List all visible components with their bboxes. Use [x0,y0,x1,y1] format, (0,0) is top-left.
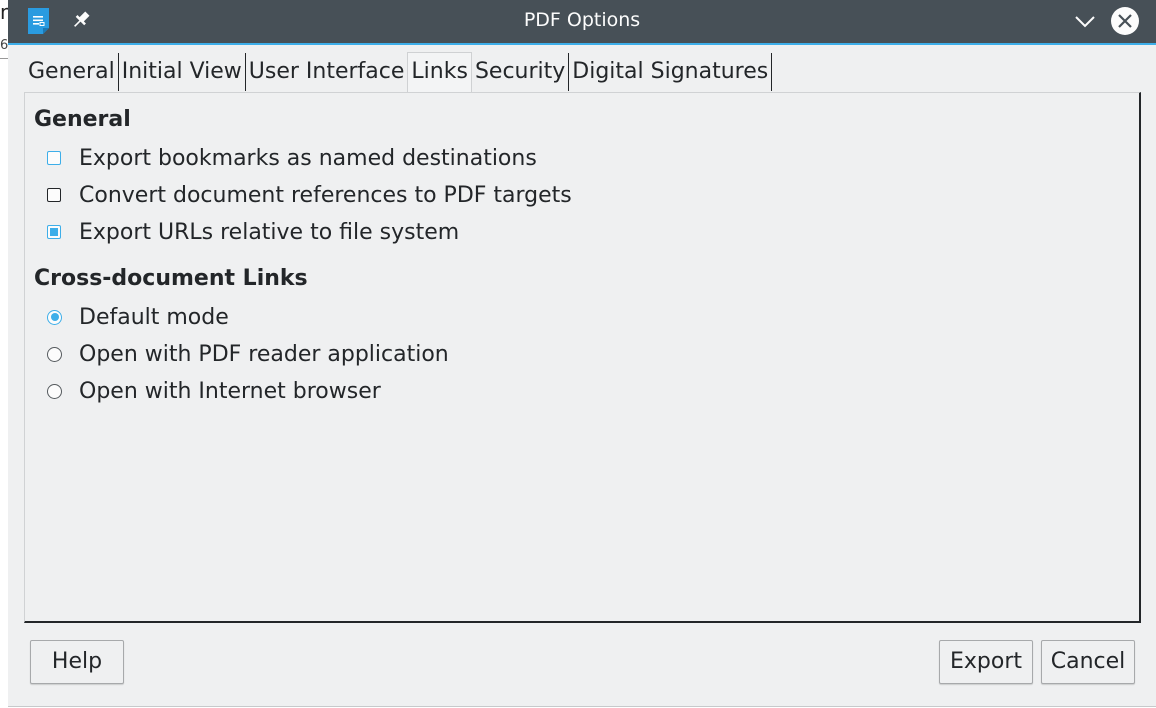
chevron-down-icon[interactable] [1072,8,1098,34]
open-browser-radio[interactable] [47,383,62,399]
convert-references-label[interactable]: Convert document references to PDF targe… [79,183,572,208]
background-window-edge: n 6 [0,0,13,708]
title-bar[interactable]: PDF Options [8,0,1156,45]
export-bookmarks-label[interactable]: Export bookmarks as named destinations [79,146,537,171]
default-mode-label[interactable]: Default mode [79,305,229,330]
export-urls-relative-label[interactable]: Export URLs relative to file system [79,220,459,245]
export-urls-relative-option[interactable]: Export URLs relative to file system [47,217,459,247]
tab-bar: General Initial View User Interface Link… [25,52,773,93]
export-bookmarks-option[interactable]: Export bookmarks as named destinations [47,143,537,173]
help-button[interactable]: Help [30,640,124,684]
tab-initial-view[interactable]: Initial View [119,53,246,91]
export-urls-relative-checkbox[interactable] [47,225,61,239]
links-panel: General Export bookmarks as named destin… [24,92,1141,623]
convert-references-checkbox[interactable] [47,188,61,202]
export-bookmarks-checkbox[interactable] [47,151,61,165]
open-pdf-reader-label[interactable]: Open with PDF reader application [79,342,449,367]
cross-document-section-heading: Cross-document Links [34,266,308,291]
close-icon[interactable] [1109,5,1141,37]
pdf-options-dialog: PDF Options General Initial View User In… [8,0,1156,707]
tab-general[interactable]: General [25,53,119,91]
export-button[interactable]: Export [939,640,1033,684]
background-divider [0,58,8,59]
tab-digital-signatures[interactable]: Digital Signatures [569,53,773,91]
open-pdf-reader-radio[interactable] [47,346,62,362]
open-pdf-reader-option[interactable]: Open with PDF reader application [47,339,449,369]
convert-references-option[interactable]: Convert document references to PDF targe… [47,180,572,210]
general-section-heading: General [34,107,131,132]
window-title: PDF Options [523,9,641,31]
cancel-button[interactable]: Cancel [1041,640,1135,684]
tab-links[interactable]: Links [407,52,472,92]
open-browser-label[interactable]: Open with Internet browser [79,379,381,404]
tab-security[interactable]: Security [472,53,570,91]
default-mode-radio[interactable] [47,309,62,325]
open-browser-option[interactable]: Open with Internet browser [47,376,381,406]
default-mode-option[interactable]: Default mode [47,302,229,332]
tab-user-interface[interactable]: User Interface [246,53,408,91]
